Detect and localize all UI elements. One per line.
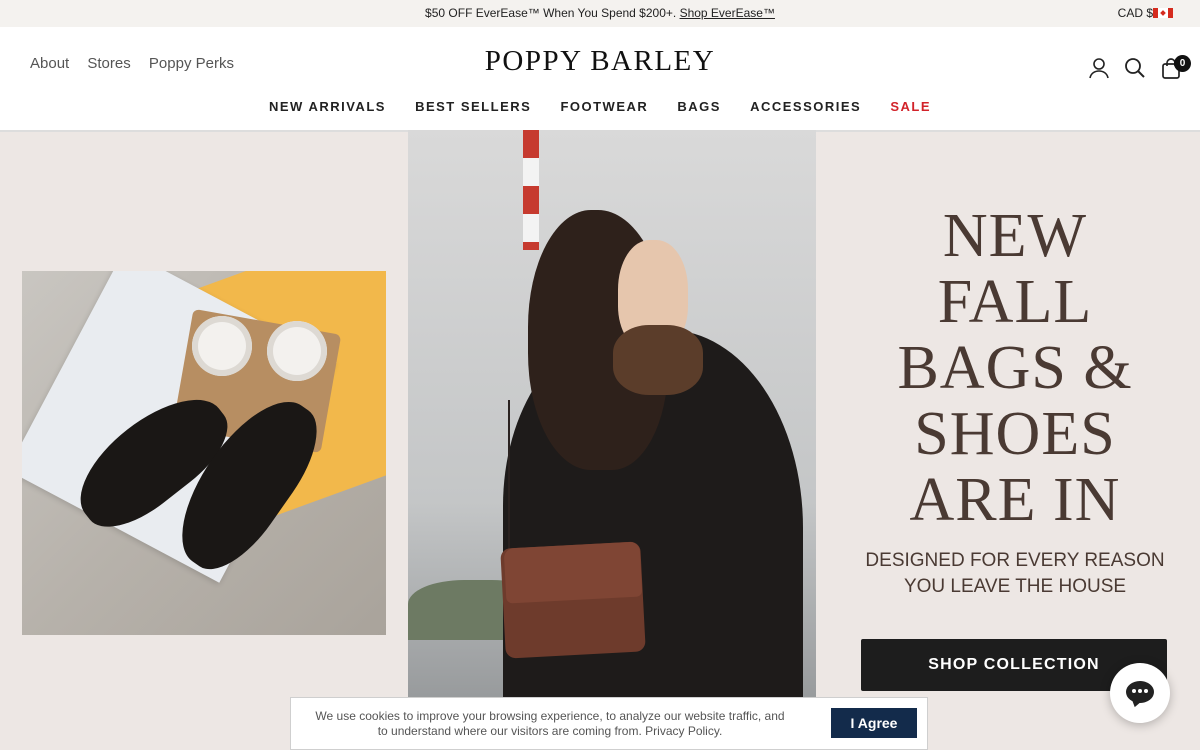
announcement-link[interactable]: Shop EverEase™ — [680, 6, 775, 20]
product-image-shoes[interactable] — [22, 271, 386, 635]
header-icons: 0 — [1088, 55, 1191, 79]
search-icon[interactable] — [1124, 57, 1146, 79]
privacy-policy-link[interactable]: Privacy Policy. — [645, 724, 722, 738]
canada-flag-icon — [1153, 8, 1173, 18]
cookie-banner: We use cookies to improve your browsing … — [290, 697, 928, 750]
site-logo[interactable]: POPPY BARLEY — [0, 45, 1200, 78]
lifestyle-image-bag[interactable] — [408, 130, 816, 750]
main-nav: NEW ARRIVALS BEST SELLERS FOOTWEAR BAGS … — [0, 99, 1200, 114]
nav-best-sellers[interactable]: BEST SELLERS — [415, 99, 531, 114]
nav-footwear[interactable]: FOOTWEAR — [560, 99, 648, 114]
cookie-message: We use cookies to improve your browsing … — [315, 709, 785, 738]
hero-copy: NEW FALL BAGS & SHOES ARE IN DESIGNED FO… — [830, 130, 1200, 750]
site-header: About Stores Poppy Perks POPPY BARLEY 0 … — [0, 27, 1200, 132]
chat-launcher-button[interactable] — [1110, 663, 1170, 723]
hero-subheadline: DESIGNED FOR EVERY REASON YOU LEAVE THE … — [865, 550, 1165, 597]
cookie-agree-button[interactable]: I Agree — [831, 708, 917, 738]
cart-count-badge: 0 — [1174, 55, 1191, 72]
announcement-bar: $50 OFF EverEase™ When You Spend $200+. … — [0, 0, 1200, 27]
hero-headline: NEW FALL BAGS & SHOES ARE IN — [897, 202, 1133, 534]
currency-label: CAD $ — [1117, 6, 1153, 20]
nav-bags[interactable]: BAGS — [677, 99, 721, 114]
nav-sale[interactable]: SALE — [890, 99, 931, 114]
account-icon[interactable] — [1088, 57, 1110, 79]
cart-button[interactable]: 0 — [1160, 55, 1191, 79]
announcement-text: $50 OFF EverEase™ When You Spend $200+. — [425, 6, 677, 20]
currency-selector[interactable]: CAD $ — [1118, 0, 1173, 27]
nav-new-arrivals[interactable]: NEW ARRIVALS — [269, 99, 386, 114]
nav-accessories[interactable]: ACCESSORIES — [750, 99, 861, 114]
